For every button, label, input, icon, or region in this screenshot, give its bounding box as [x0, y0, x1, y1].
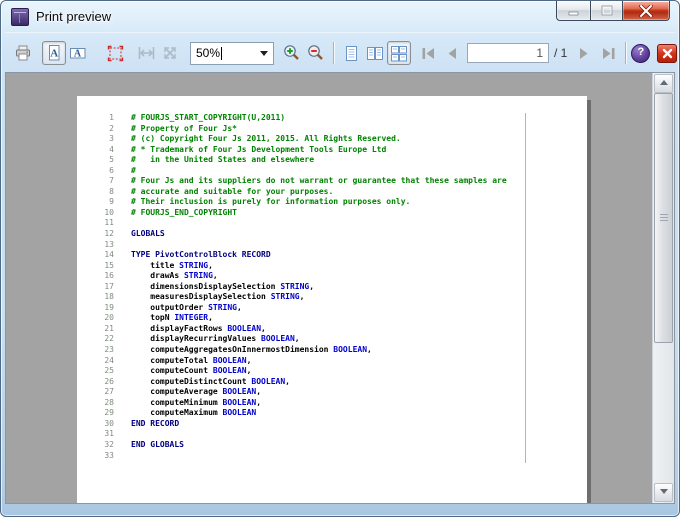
- code-line: 12GLOBALS: [77, 229, 587, 240]
- vertical-scrollbar[interactable]: [652, 73, 674, 503]
- margins-button[interactable]: [103, 41, 127, 65]
- toolbar: A A: [5, 32, 675, 73]
- single-page-view-button[interactable]: [339, 41, 363, 65]
- document-page: 1# FOURJS_START_COPYRIGHT(U,2011)2# Prop…: [77, 96, 587, 503]
- page-shadow: [587, 100, 591, 503]
- svg-text:A: A: [74, 49, 82, 60]
- code-line: 17 dimensionsDisplaySelection STRING,: [77, 282, 587, 293]
- close-icon: [639, 5, 653, 17]
- code-line: 20 topN INTEGER,: [77, 313, 587, 324]
- code-line: 28 computeMinimum BOOLEAN,: [77, 398, 587, 409]
- svg-text:A: A: [50, 48, 58, 60]
- code-line: 8# accurate and suitable for your purpos…: [77, 187, 587, 198]
- code-line: 23 computeAggregatesOnInnermostDimension…: [77, 345, 587, 356]
- code-line: 3# (c) Copyright Four Js 2011, 2015. All…: [77, 134, 587, 145]
- code-line: 24 computeTotal BOOLEAN,: [77, 356, 587, 367]
- code-line: 13: [77, 240, 587, 251]
- text-caret: [221, 47, 222, 60]
- margins-icon: [107, 45, 124, 62]
- code-line: 11: [77, 218, 587, 229]
- code-line: 16 drawAs STRING,: [77, 271, 587, 282]
- first-page-icon: [421, 47, 436, 60]
- previous-page-icon: [446, 47, 458, 60]
- code-line: 5# in the United States and elsewhere: [77, 155, 587, 166]
- single-page-icon: [344, 45, 359, 62]
- dropdown-arrow-icon: [260, 51, 268, 56]
- first-page-button[interactable]: [416, 41, 440, 65]
- code-line: 22 displayRecurringValues BOOLEAN,: [77, 334, 587, 345]
- code-line: 32END GLOBALS: [77, 440, 587, 451]
- code-line: 30END RECORD: [77, 419, 587, 430]
- code-line: 4# * Trademark of Four Js Development To…: [77, 145, 587, 156]
- minimize-icon: [568, 6, 580, 16]
- code-line: 18 measuresDisplaySelection STRING,: [77, 292, 587, 303]
- code-line: 10# FOURJS_END_COPYRIGHT: [77, 208, 587, 219]
- zoom-in-button[interactable]: [280, 41, 304, 65]
- code-line: 31: [77, 429, 587, 440]
- landscape-page-icon: A: [69, 45, 87, 61]
- close-preview-icon: [662, 48, 673, 59]
- app-icon: [11, 8, 29, 26]
- toolbar-separator: [625, 42, 626, 64]
- print-preview-window: Print preview A: [0, 0, 680, 517]
- code-line: 26 computeDistinctCount BOOLEAN,: [77, 377, 587, 388]
- portrait-page-icon: A: [46, 44, 62, 62]
- landscape-orientation-button[interactable]: A: [66, 41, 90, 65]
- zoom-value: 50%: [191, 46, 220, 60]
- print-icon: [14, 45, 32, 61]
- code-line: 7# Four Js and its suppliers do not warr…: [77, 176, 587, 187]
- scroll-down-button[interactable]: [654, 483, 673, 502]
- code-line: 33: [77, 451, 587, 462]
- fit-width-icon: [138, 46, 155, 60]
- minimize-button[interactable]: [556, 1, 590, 21]
- window-title: Print preview: [36, 9, 111, 24]
- close-preview-button[interactable]: [657, 44, 677, 63]
- last-page-button[interactable]: [596, 41, 620, 65]
- fit-page-icon: [162, 45, 178, 61]
- next-page-button[interactable]: [572, 41, 596, 65]
- zoom-out-button[interactable]: [304, 41, 328, 65]
- fit-width-button[interactable]: [134, 41, 158, 65]
- code-line: 6#: [77, 166, 587, 177]
- four-pages-icon: [390, 45, 408, 62]
- previous-page-button[interactable]: [440, 41, 464, 65]
- last-page-icon: [601, 47, 616, 60]
- code-line: 29 computeMaximum BOOLEAN: [77, 408, 587, 419]
- help-button[interactable]: ?: [631, 44, 650, 63]
- down-arrow-icon: [660, 489, 668, 494]
- maximize-button[interactable]: [590, 1, 622, 21]
- two-page-view-button[interactable]: [363, 41, 387, 65]
- code-line: 9# Their inclusion is purely for informa…: [77, 197, 587, 208]
- scrollbar-thumb[interactable]: [654, 93, 673, 343]
- code-line: 14TYPE PivotControlBlock RECORD: [77, 250, 587, 261]
- next-page-icon: [578, 47, 590, 60]
- code-line: 15 title STRING,: [77, 261, 587, 272]
- code-line: 2# Property of Four Js*: [77, 124, 587, 135]
- two-pages-icon: [366, 45, 384, 62]
- help-icon: ?: [637, 46, 644, 58]
- page-number-input[interactable]: [467, 43, 549, 63]
- zoom-out-icon: [307, 44, 325, 62]
- zoom-combobox[interactable]: 50%: [190, 42, 274, 65]
- titlebar: Print preview: [1, 1, 679, 32]
- code-line: 25 computeCount BOOLEAN,: [77, 366, 587, 377]
- up-arrow-icon: [660, 80, 668, 85]
- close-button[interactable]: [622, 1, 670, 21]
- print-button[interactable]: [11, 41, 35, 65]
- code-lines: 1# FOURJS_START_COPYRIGHT(U,2011)2# Prop…: [77, 113, 587, 461]
- toolbar-separator: [333, 42, 334, 64]
- zoom-in-icon: [283, 44, 301, 62]
- page-total-label: / 1: [554, 46, 567, 60]
- maximize-icon: [601, 5, 613, 16]
- scroll-up-button[interactable]: [654, 74, 673, 93]
- code-line: 19 outputOrder STRING,: [77, 303, 587, 314]
- code-line: 21 displayFactRows BOOLEAN,: [77, 324, 587, 335]
- four-page-view-button[interactable]: [387, 41, 411, 65]
- code-line: 27 computeAverage BOOLEAN,: [77, 387, 587, 398]
- window-controls: [556, 1, 670, 21]
- code-line: 1# FOURJS_START_COPYRIGHT(U,2011): [77, 113, 587, 124]
- fit-page-button[interactable]: [158, 41, 182, 65]
- preview-area: 1# FOURJS_START_COPYRIGHT(U,2011)2# Prop…: [5, 72, 675, 504]
- portrait-orientation-button[interactable]: A: [42, 41, 66, 65]
